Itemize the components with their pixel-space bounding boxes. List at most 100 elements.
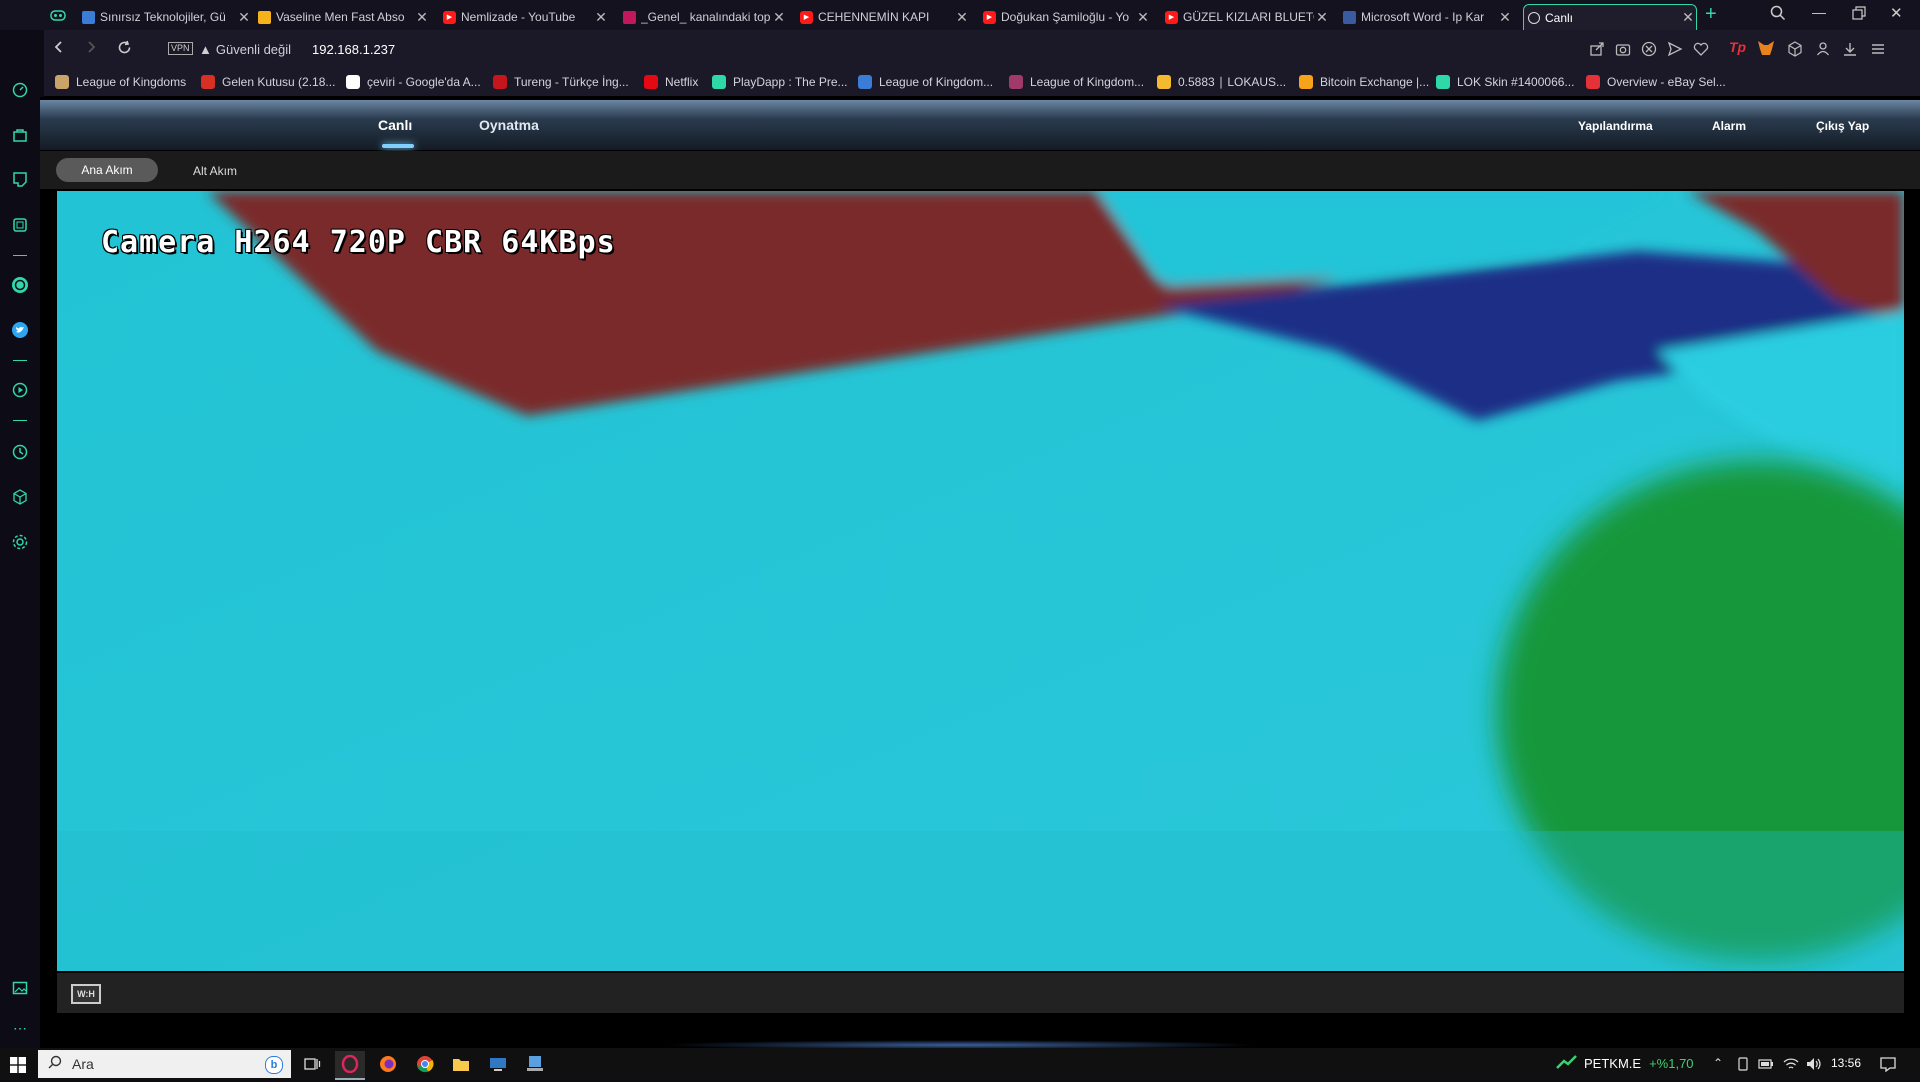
reload-button[interactable]	[117, 40, 132, 60]
sub-stream-tab[interactable]: Alt Akım	[193, 164, 237, 178]
bookmark-item[interactable]: PlayDapp : The Pre...	[712, 75, 848, 89]
tab-title: _Genel_ kanalındaki top	[641, 10, 771, 24]
twitch-icon[interactable]	[10, 170, 30, 190]
back-button[interactable]	[52, 40, 66, 59]
main-stream-tab[interactable]: Ana Akım	[56, 158, 158, 182]
twitter-icon[interactable]	[10, 320, 30, 340]
tab-7[interactable]: ▶ GÜZEL KIZLARI BLUETO ✕	[1165, 4, 1330, 30]
restore-button[interactable]	[1852, 6, 1866, 20]
bookmark-item[interactable]: League of Kingdom...	[858, 75, 993, 89]
show-hidden-icons[interactable]: ⌃	[1713, 1056, 1723, 1070]
more-options-icon[interactable]: ⋯	[10, 1018, 30, 1038]
clock[interactable]: 13:56	[1831, 1056, 1861, 1070]
bookmark-item[interactable]: Gelen Kutusu (2.18...	[201, 75, 335, 89]
bookmark-heart-icon[interactable]	[1693, 41, 1709, 62]
taskbar-search-box[interactable]: Ara b	[38, 1050, 291, 1078]
bookmark-item[interactable]: çeviri - Google'da A...	[346, 75, 481, 89]
bookmark-item[interactable]: Overview - eBay Sel...	[1586, 75, 1726, 89]
new-tab-button[interactable]: +	[1705, 3, 1717, 26]
taskbar-opera-gx[interactable]	[335, 1051, 365, 1080]
taskbar-app-monitor[interactable]	[526, 1055, 544, 1078]
history-icon[interactable]	[10, 442, 30, 462]
aspect-ratio-button[interactable]: W:H	[71, 984, 101, 1004]
bookmark-item[interactable]: 0.5883 ∣ LOKAUS...	[1157, 75, 1286, 89]
tab-5[interactable]: ▶ CEHENNEMİN KAPI ✕	[800, 4, 970, 30]
tab-close-icon[interactable]: ✕	[593, 9, 609, 26]
easy-setup-menu-icon[interactable]	[1870, 41, 1886, 62]
download-icon[interactable]	[1842, 41, 1858, 62]
bookmark-label: çeviri - Google'da A...	[367, 75, 481, 89]
tab-9[interactable]: Canlı ✕	[1523, 4, 1697, 30]
tab-2[interactable]: Vaseline Men Fast Abso ✕	[258, 4, 430, 30]
tab-close-icon[interactable]: ✕	[414, 9, 430, 26]
tab-close-icon[interactable]: ✕	[236, 9, 252, 26]
bookmark-item[interactable]: Tureng - Türkçe İng...	[493, 75, 629, 89]
tab-search-icon[interactable]	[1770, 5, 1786, 25]
taskbar-file-explorer[interactable]	[452, 1056, 470, 1077]
bookmark-label: League of Kingdoms	[76, 75, 187, 89]
taskbar-app-remote[interactable]	[489, 1056, 507, 1077]
extensions-icon[interactable]	[1787, 41, 1803, 62]
live-video-feed[interactable]: Camera H264 720P CBR 64KBps	[57, 191, 1904, 971]
url-field[interactable]: 192.168.1.237	[312, 42, 395, 57]
whatsapp-icon[interactable]	[10, 275, 30, 295]
task-view-icon[interactable]	[304, 1056, 321, 1077]
wifi-icon[interactable]	[1783, 1057, 1799, 1076]
extensions-cube-icon[interactable]	[10, 487, 30, 507]
minimize-button[interactable]: —	[1812, 4, 1826, 20]
tab-close-icon[interactable]: ✕	[1314, 9, 1330, 26]
send-icon[interactable]	[1667, 41, 1683, 62]
tab-1[interactable]: Sınırsız Teknolojiler, Gü ✕	[82, 4, 252, 30]
tab-close-icon[interactable]: ✕	[1680, 9, 1696, 26]
bookmark-favicon-icon	[1009, 75, 1023, 89]
settings-gear-icon[interactable]	[10, 532, 30, 552]
bookmark-item[interactable]: Bitcoin Exchange |...	[1299, 75, 1429, 89]
nav-live[interactable]: Canlı	[378, 117, 412, 133]
tray-device-icon[interactable]	[1736, 1057, 1750, 1076]
metamask-fox-icon[interactable]	[1757, 40, 1775, 61]
bookmark-item[interactable]: LOK Skin #1400066...	[1436, 75, 1574, 89]
volume-icon[interactable]	[1806, 1057, 1822, 1076]
tab-close-icon[interactable]: ✕	[954, 9, 970, 26]
tab-close-icon[interactable]: ✕	[1497, 9, 1513, 26]
tab-8[interactable]: Microsoft Word - Ip Kar ✕	[1343, 4, 1513, 30]
camera-snapshot-icon[interactable]	[1615, 41, 1631, 62]
bing-icon[interactable]: b	[265, 1056, 283, 1074]
tab-4[interactable]: _Genel_ kanalındaki top ✕	[623, 4, 787, 30]
player-icon[interactable]	[10, 380, 30, 400]
close-window-button[interactable]: ✕	[1890, 4, 1903, 22]
crypto-wallet-icon[interactable]	[10, 215, 30, 235]
search-icon	[48, 1055, 62, 1074]
forward-button[interactable]	[84, 40, 98, 59]
taskbar-firefox[interactable]	[379, 1055, 397, 1078]
vpn-badge[interactable]: VPN	[168, 42, 193, 55]
stock-ticker-widget[interactable]: PETKM.E +%1,70	[1556, 1055, 1694, 1072]
tab-3[interactable]: ▶ Nemlizade - YouTube ✕	[443, 4, 609, 30]
extension-tp-icon[interactable]: Tp	[1729, 39, 1746, 55]
nav-alarm[interactable]: Alarm	[1712, 119, 1746, 133]
profile-icon[interactable]	[1815, 41, 1831, 62]
windows-start-icon[interactable]	[10, 1057, 26, 1078]
taskbar-chrome[interactable]	[416, 1055, 434, 1078]
shopping-bag-icon[interactable]	[10, 125, 30, 145]
nav-configuration[interactable]: Yapılandırma	[1578, 119, 1653, 133]
bookmark-favicon-icon	[1299, 75, 1313, 89]
share-icon[interactable]	[1589, 41, 1605, 62]
ad-blocker-icon[interactable]	[1641, 41, 1657, 62]
youtube-icon: ▶	[800, 10, 813, 24]
bookmark-item[interactable]: League of Kingdoms	[55, 75, 186, 89]
tab-6[interactable]: ▶ Doğukan Şamiloğlu - Yo ✕	[983, 4, 1151, 30]
bookmark-item[interactable]: League of Kingdom...	[1009, 75, 1144, 89]
notifications-icon[interactable]	[1880, 1056, 1896, 1077]
speed-dial-icon[interactable]	[10, 80, 30, 100]
nav-playback[interactable]: Oynatma	[479, 117, 539, 133]
workspaces-icon[interactable]	[50, 7, 66, 23]
bookmark-item[interactable]: Netflix	[644, 75, 698, 89]
nav-logout[interactable]: Çıkış Yap	[1816, 119, 1869, 133]
battery-icon[interactable]	[1758, 1057, 1774, 1076]
security-indicator[interactable]: ▲ Güvenli değil	[199, 42, 291, 57]
tab-title: Doğukan Şamiloğlu - Yo	[1001, 10, 1130, 24]
snapshot-gallery-icon[interactable]	[10, 978, 30, 998]
tab-close-icon[interactable]: ✕	[1135, 9, 1151, 26]
tab-close-icon[interactable]: ✕	[771, 9, 787, 26]
